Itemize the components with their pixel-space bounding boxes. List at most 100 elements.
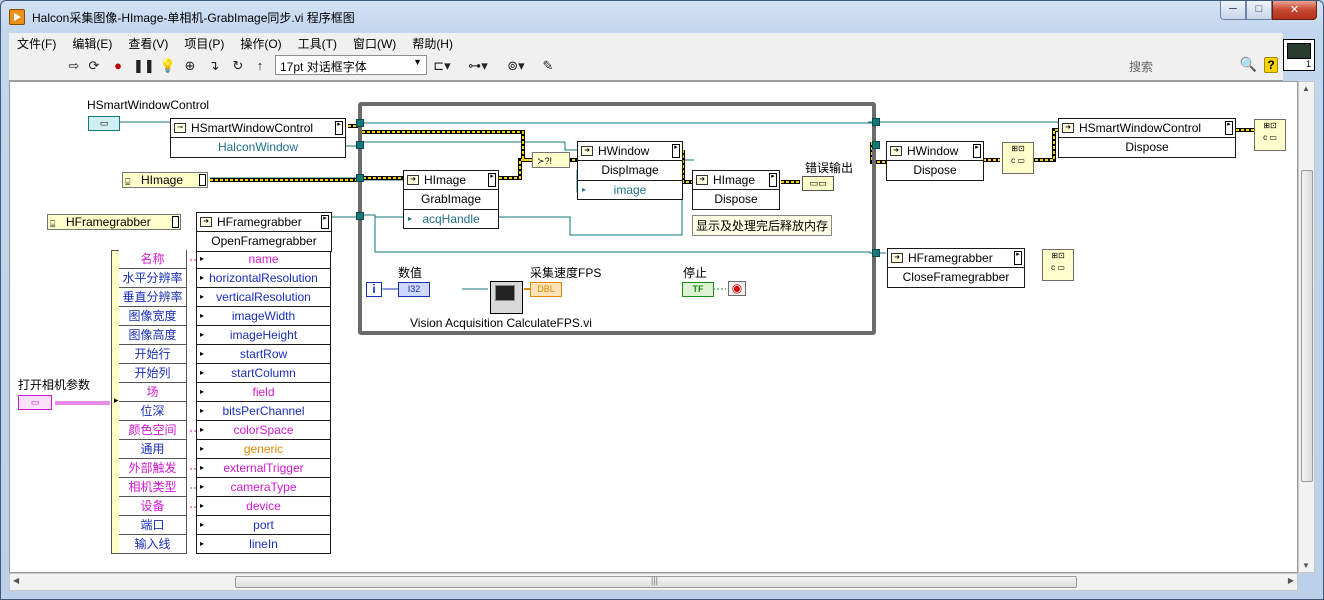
toolbar: ⇨ ⟳ ● ❚❚ 💡 ⊕ ↴ ↻ ↑ 17pt 对话框字体 ▼ ⊏▾ ⊶▾ ⊚▾ … bbox=[9, 52, 1283, 81]
highlight-execution-icon[interactable]: 💡 bbox=[159, 58, 177, 74]
param-property[interactable]: ▸ cameraType bbox=[196, 478, 331, 497]
grab-image-method-node[interactable]: ➜ HImage ▸ GrabImage ▸ acqHandle bbox=[403, 170, 499, 229]
param-property[interactable]: ▸ generic bbox=[196, 440, 331, 459]
himage-constant[interactable]: ⌸ HImage bbox=[122, 172, 208, 188]
label-value: 数值 bbox=[398, 266, 423, 280]
input-arrow-icon: ▸ bbox=[200, 406, 205, 415]
menu-project[interactable]: 项目(P) bbox=[176, 33, 232, 52]
block-diagram[interactable]: HSmartWindowControl ▭ ⊸ HSmartWindowContr… bbox=[9, 81, 1298, 573]
camera-params-control-terminal[interactable]: ▭ bbox=[18, 395, 52, 410]
close-button[interactable]: ✕ bbox=[1272, 1, 1317, 20]
input-arrow-icon: ▸ bbox=[200, 539, 205, 548]
input-arrow-icon: ▸ bbox=[200, 520, 205, 529]
param-property[interactable]: ▸ startColumn bbox=[196, 364, 331, 383]
smart-window-dispose-node[interactable]: ➜ HSmartWindowControl ▸ Dispose bbox=[1058, 118, 1236, 158]
tunnel bbox=[356, 174, 364, 182]
param-property[interactable]: ▸ port bbox=[196, 516, 331, 535]
label-smart-window-control: HSmartWindowControl bbox=[87, 98, 210, 112]
input-arrow-icon: ▸ bbox=[200, 349, 205, 358]
step-into-icon[interactable]: ↴ bbox=[205, 58, 223, 74]
param-property[interactable]: ▸ imageWidth bbox=[196, 307, 331, 326]
menu-window[interactable]: 窗口(W) bbox=[345, 33, 404, 52]
param-label: 开始行 bbox=[119, 345, 187, 364]
param-property[interactable]: ▸ colorSpace bbox=[196, 421, 331, 440]
font-select[interactable]: 17pt 对话框字体 ▼ bbox=[275, 55, 427, 75]
param-property[interactable]: ▸ name bbox=[196, 250, 331, 269]
menu-help[interactable]: 帮助(H) bbox=[404, 33, 461, 52]
run-arrow-icon[interactable]: ⇨ bbox=[65, 58, 83, 74]
param-property[interactable]: ▸ startRow bbox=[196, 345, 331, 364]
cleanup-diagram-icon[interactable]: ✎ bbox=[539, 58, 557, 74]
open-framegrabber-node[interactable]: ➜ HFramegrabber ▸ OpenFramegrabber bbox=[196, 212, 332, 252]
vertical-scroll-thumb[interactable] bbox=[1301, 170, 1313, 482]
error-cluster-constant[interactable]: ⊞⊡ c ▭ bbox=[1254, 119, 1286, 151]
loop-condition-icon[interactable]: ◉ bbox=[728, 281, 746, 296]
horizontal-scrollbar[interactable]: ◀ ||| ▶ bbox=[9, 573, 1298, 591]
param-property[interactable]: ▸ imageHeight bbox=[196, 326, 331, 345]
input-arrow-icon: ▸ bbox=[200, 273, 205, 282]
to-more-specific-class[interactable]: ≻?! bbox=[532, 152, 570, 168]
i32-indicator[interactable]: I32 bbox=[398, 282, 430, 297]
context-help-icon[interactable]: ? bbox=[1264, 57, 1278, 73]
param-property[interactable]: ▸ bitsPerChannel bbox=[196, 402, 331, 421]
param-property[interactable]: ▸ horizontalResolution bbox=[196, 269, 331, 288]
tunnel bbox=[356, 141, 364, 149]
title-bar: Halcon采集图像-HImage-单相机-GrabImage同步.vi 程序框… bbox=[1, 1, 1323, 33]
param-label: 输入线 bbox=[119, 535, 187, 554]
close-framegrabber-node[interactable]: ➜ HFramegrabber ▸ CloseFramegrabber bbox=[887, 248, 1025, 288]
fps-indicator[interactable]: DBL bbox=[530, 282, 562, 297]
abort-icon[interactable]: ● bbox=[109, 58, 127, 74]
vi-icon[interactable]: 1 bbox=[1283, 39, 1315, 71]
retain-wire-values-icon[interactable]: ⊕ bbox=[181, 58, 199, 74]
param-property[interactable]: ▸ field bbox=[196, 383, 331, 402]
error-cluster-constant[interactable]: ⊞⊡ c ▭ bbox=[1002, 142, 1034, 174]
input-arrow-icon: ▸ bbox=[200, 482, 205, 491]
scroll-up-icon[interactable]: ▲ bbox=[1302, 84, 1310, 93]
param-property[interactable]: ▸ device bbox=[196, 497, 331, 516]
run-continuously-icon[interactable]: ⟳ bbox=[85, 58, 103, 74]
menu-view[interactable]: 查看(V) bbox=[120, 33, 176, 52]
scroll-left-icon[interactable]: ◀ bbox=[13, 576, 19, 585]
scroll-right-icon[interactable]: ▶ bbox=[1288, 576, 1294, 585]
calculate-fps-subvi[interactable] bbox=[490, 281, 523, 314]
search-icon[interactable]: 🔍 bbox=[1240, 56, 1257, 73]
menu-bar: 文件(F) 编辑(E) 查看(V) 项目(P) 操作(O) 工具(T) 窗口(W… bbox=[9, 33, 1283, 52]
hwindow-dispose-node[interactable]: ➜ HWindow ▸ Dispose bbox=[886, 141, 984, 181]
param-property[interactable]: ▸ verticalResolution bbox=[196, 288, 331, 307]
param-label: 设备 bbox=[119, 497, 187, 516]
step-out-icon[interactable]: ↑ bbox=[251, 58, 269, 74]
search-input[interactable]: 搜索 🔍 bbox=[1111, 56, 1261, 75]
menu-tools[interactable]: 工具(T) bbox=[290, 33, 345, 52]
scroll-down-icon[interactable]: ▼ bbox=[1302, 561, 1310, 570]
horizontal-scroll-thumb[interactable]: ||| bbox=[235, 575, 1077, 588]
tunnel bbox=[356, 119, 364, 127]
tunnel bbox=[872, 141, 880, 149]
himage-dispose-node[interactable]: ➜ HImage ▸ Dispose bbox=[692, 170, 780, 210]
param-label: 外部触发 bbox=[119, 459, 187, 478]
menu-file[interactable]: 文件(F) bbox=[9, 33, 64, 52]
error-cluster-constant[interactable]: ⊞⊡ c ▭ bbox=[1042, 249, 1074, 281]
label-open-camera-params: 打开相机参数 bbox=[18, 378, 91, 392]
menu-operate[interactable]: 操作(O) bbox=[232, 33, 289, 52]
distribute-objects-icon[interactable]: ⊶▾ bbox=[465, 58, 491, 74]
maximize-button[interactable]: □ bbox=[1246, 1, 1272, 20]
hframegrabber-constant[interactable]: ⌸ HFramegrabber bbox=[47, 214, 181, 230]
minimize-button[interactable]: ─ bbox=[1220, 1, 1246, 20]
menu-edit[interactable]: 编辑(E) bbox=[64, 33, 120, 52]
align-objects-icon[interactable]: ⊏▾ bbox=[429, 58, 455, 74]
step-over-icon[interactable]: ↻ bbox=[229, 58, 247, 74]
vertical-scrollbar[interactable]: ▲ ▼ bbox=[1298, 81, 1315, 573]
param-label: 图像宽度 bbox=[119, 307, 187, 326]
param-property[interactable]: ▸ externalTrigger bbox=[196, 459, 331, 478]
param-property[interactable]: ▸ lineIn bbox=[196, 535, 331, 554]
smart-window-property-node[interactable]: ⊸ HSmartWindowControl ▸ HalconWindow bbox=[170, 118, 346, 158]
pause-icon[interactable]: ❚❚ bbox=[133, 58, 155, 74]
error-out-indicator[interactable]: ▭▭ bbox=[802, 176, 834, 191]
input-arrow-icon: ▸ bbox=[200, 501, 205, 510]
reorder-icon[interactable]: ⊚▾ bbox=[503, 58, 529, 74]
disp-image-method-node[interactable]: ➜ HWindow ▸ DispImage ▸ image bbox=[577, 141, 683, 200]
stop-button-terminal[interactable]: TF bbox=[682, 282, 714, 297]
input-arrow-icon: ▸ bbox=[200, 368, 205, 377]
chevron-down-icon: ▼ bbox=[413, 57, 422, 67]
smart-window-control-terminal[interactable]: ▭ bbox=[88, 116, 120, 131]
